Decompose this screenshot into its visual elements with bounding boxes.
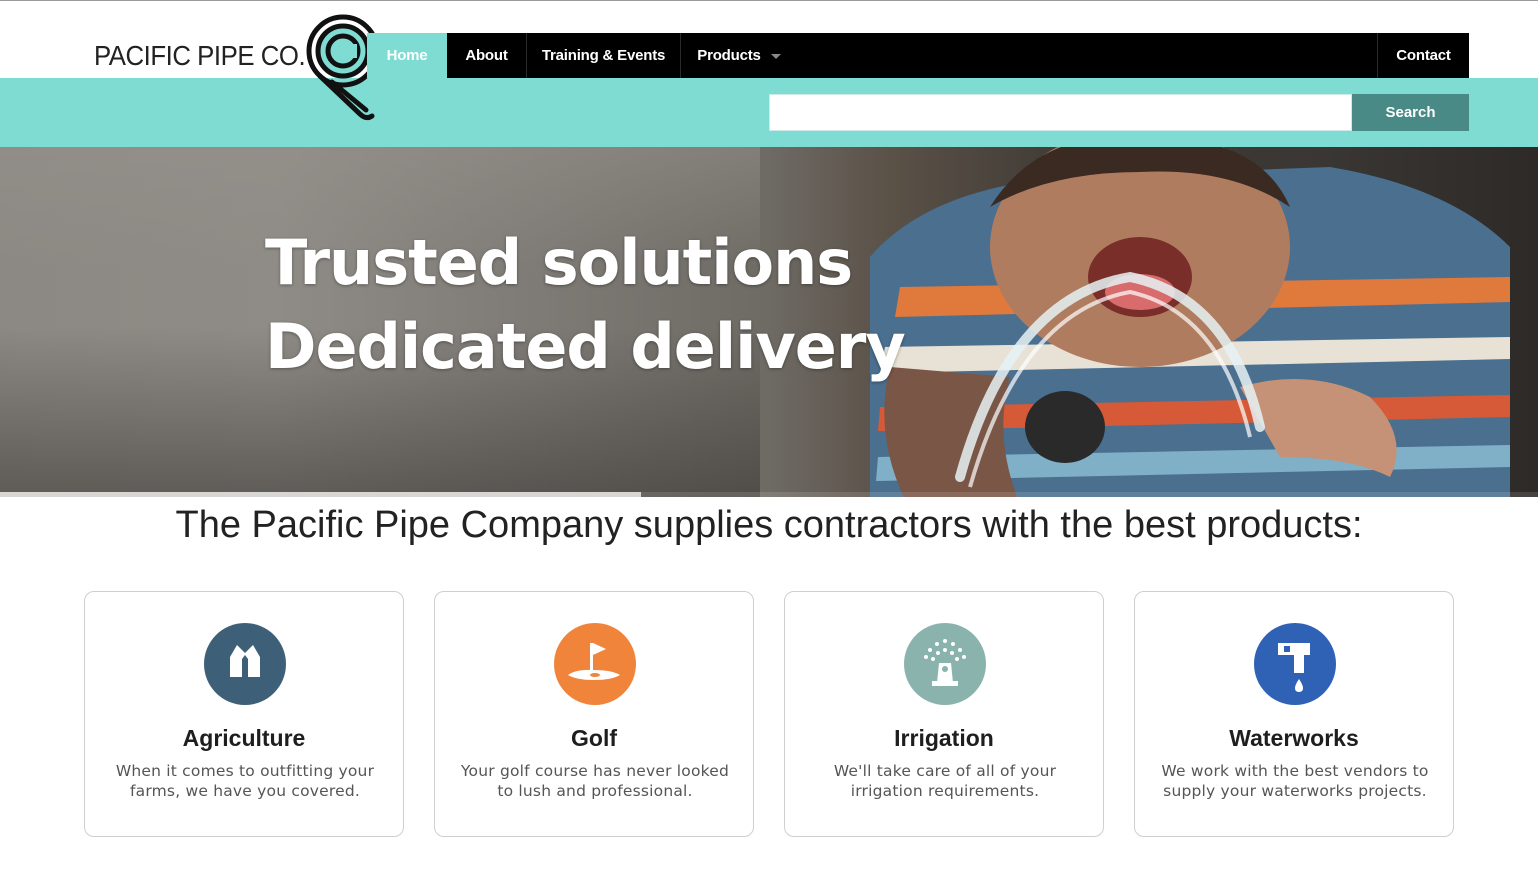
- card-description: When it comes to outfitting your farms, …: [115, 762, 375, 800]
- card-agriculture[interactable]: Agriculture When it comes to outfitting …: [84, 591, 404, 837]
- barn-icon: [204, 623, 286, 705]
- chevron-down-icon: [770, 53, 781, 59]
- logo-wordmark: PACIFIC PIPE CO.: [94, 40, 306, 71]
- hero-line-1: Trusted solutions: [265, 226, 853, 299]
- card-irrigation[interactable]: Irrigation We'll take care of all of you…: [784, 591, 1104, 837]
- nav-about-label: About: [465, 47, 508, 64]
- golf-flag-icon: [554, 623, 636, 705]
- nav-contact[interactable]: Contact: [1378, 33, 1469, 78]
- nav-training-events-label: Training & Events: [541, 47, 666, 64]
- nav-contact-label: Contact: [1396, 47, 1451, 64]
- site-logo[interactable]: PACIFIC PIPE CO.: [94, 14, 384, 124]
- card-title: Agriculture: [182, 725, 306, 751]
- card-waterworks[interactable]: Waterworks We work with the best vendors…: [1134, 591, 1454, 837]
- card-title: Irrigation: [894, 725, 994, 751]
- tagline: The Pacific Pipe Company supplies contra…: [175, 504, 1363, 546]
- top-border-line: [0, 0, 1538, 1]
- sprinkler-icon: [904, 623, 986, 705]
- card-description: We'll take care of all of your irrigatio…: [833, 762, 1057, 800]
- search-input[interactable]: [769, 94, 1352, 131]
- faucet-icon: [1254, 623, 1336, 705]
- hero-line-2: Dedicated delivery: [265, 310, 906, 383]
- slider-progress-fill: [0, 492, 642, 497]
- nav-products[interactable]: Products: [681, 33, 797, 78]
- card-description: Your golf course has never looked to lus…: [460, 762, 730, 800]
- nav-home-label: Home: [386, 47, 428, 64]
- nav-training-events[interactable]: Training & Events: [527, 33, 680, 78]
- hero-photo-child-drinking-fountain: [870, 147, 1510, 497]
- nav-products-label: Products: [697, 47, 761, 64]
- hero-headline: Trusted solutions Dedicated delivery: [265, 221, 906, 389]
- hero-banner: Trusted solutions Dedicated delivery: [0, 147, 1538, 497]
- main-nav: Home About Training & Events Products Co…: [367, 33, 1469, 78]
- card-description: We work with the best vendors to supply …: [1161, 762, 1429, 800]
- card-golf[interactable]: Golf Your golf course has never looked t…: [434, 591, 754, 837]
- nav-about[interactable]: About: [447, 33, 526, 78]
- nav-home[interactable]: Home: [367, 33, 447, 78]
- slider-progress-bar: [0, 492, 1538, 497]
- card-title: Golf: [571, 725, 617, 751]
- card-title: Waterworks: [1229, 725, 1359, 751]
- search-button[interactable]: Search: [1352, 94, 1469, 131]
